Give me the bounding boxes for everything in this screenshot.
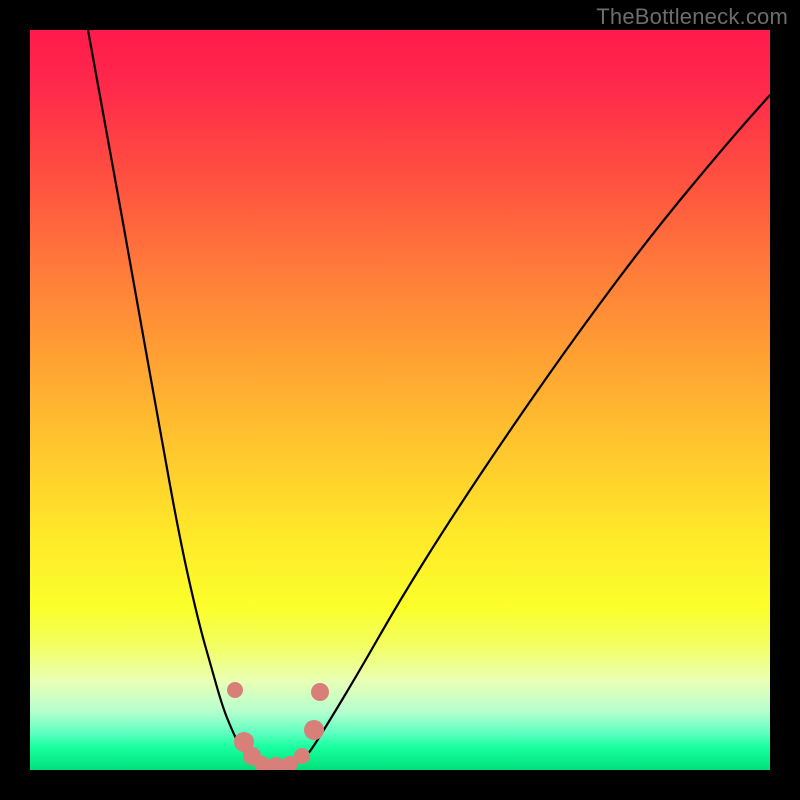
fit-marker (227, 682, 243, 698)
plot-area (30, 30, 770, 770)
outer-frame: TheBottleneck.com (0, 0, 800, 800)
watermark-text: TheBottleneck.com (596, 4, 788, 30)
fit-marker (311, 683, 329, 701)
curve-svg (30, 30, 770, 770)
fit-markers-group (227, 682, 329, 770)
fit-marker (304, 720, 324, 740)
bottleneck-curve (88, 30, 770, 766)
fit-marker (294, 748, 310, 764)
